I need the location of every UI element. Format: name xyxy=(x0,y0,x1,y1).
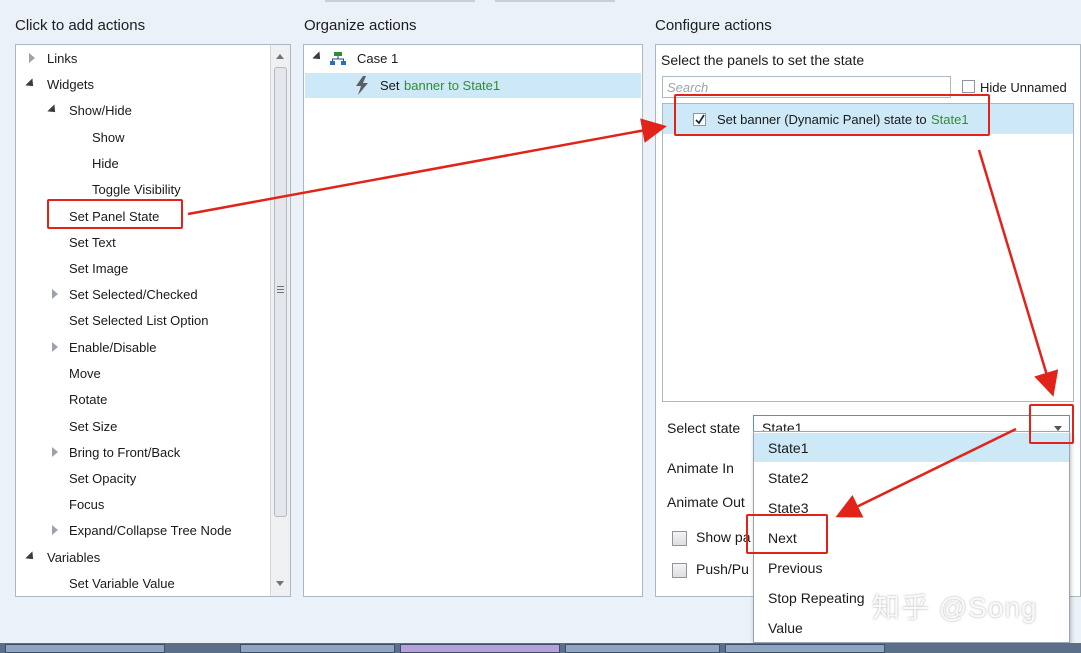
annotation-arrows xyxy=(187,118,1059,518)
taskbar-button-5[interactable] xyxy=(725,644,885,653)
taskbar xyxy=(0,643,1081,653)
taskbar-button-3[interactable] xyxy=(400,644,560,653)
taskbar-button-1[interactable] xyxy=(5,644,165,653)
watermark: 知乎 @Song xyxy=(872,592,1038,623)
taskbar-button-4[interactable] xyxy=(565,644,720,653)
taskbar-button-2[interactable] xyxy=(240,644,395,653)
